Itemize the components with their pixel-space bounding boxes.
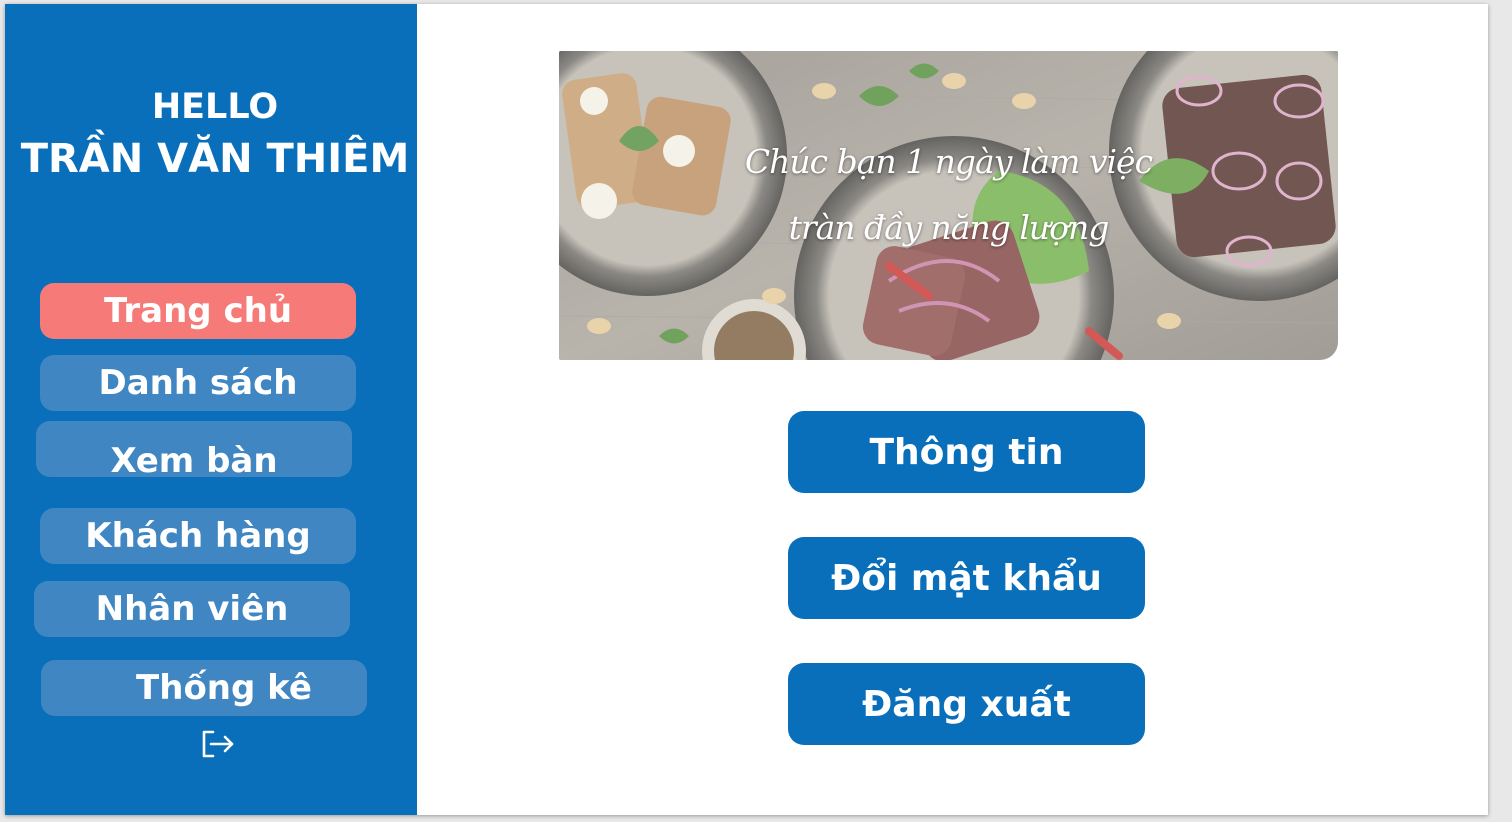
banner-line-1: Chúc bạn 1 ngày làm việc [744, 142, 1153, 181]
nav-statistics-label: Thống kê [136, 668, 312, 708]
nav-statistics[interactable]: Thống kê [41, 660, 367, 716]
change-password-button-label: Đổi mật khẩu [831, 557, 1102, 599]
nav-staff[interactable]: Nhân viên [34, 581, 350, 637]
nav-staff-label: Nhân viên [95, 589, 289, 629]
change-password-button[interactable]: Đổi mật khẩu [788, 537, 1145, 619]
nav-home[interactable]: Trang chủ [40, 283, 356, 339]
sidebar: HELLO TRẦN VĂN THIÊM Trang chủ Danh sách… [5, 4, 417, 815]
greeting-hello: HELLO [151, 87, 279, 127]
nav-home-label: Trang chủ [103, 291, 293, 331]
nav-list-label: Danh sách [98, 363, 298, 403]
nav-customers[interactable]: Khách hàng [40, 508, 356, 564]
banner-line-2: tràn đầy năng lượng [788, 208, 1110, 247]
banner-greeting: Chúc bạn 1 ngày làm việc tràn đầy năng l… [559, 129, 1338, 261]
nav-customers-label: Khách hàng [85, 516, 311, 556]
app-window: HELLO TRẦN VĂN THIÊM Trang chủ Danh sách… [5, 4, 1488, 815]
user-greeting: HELLO TRẦN VĂN THIÊM [5, 84, 425, 188]
logout-button[interactable]: Đăng xuất [788, 663, 1145, 745]
greeting-user-name: TRẦN VĂN THIÊM [20, 136, 410, 182]
logout-icon[interactable] [199, 728, 237, 760]
info-button-label: Thông tin [869, 431, 1064, 473]
info-button[interactable]: Thông tin [788, 411, 1145, 493]
nav-tables-label: Xem bàn [110, 441, 278, 481]
logout-button-label: Đăng xuất [862, 683, 1071, 725]
nav-tables[interactable]: Xem bàn [36, 421, 352, 481]
welcome-banner: Chúc bạn 1 ngày làm việc tràn đầy năng l… [559, 51, 1338, 360]
nav-list[interactable]: Danh sách [40, 355, 356, 411]
